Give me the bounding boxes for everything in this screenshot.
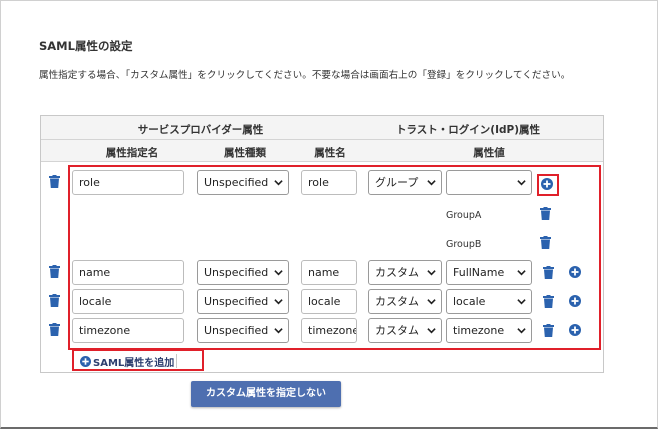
trash-icon[interactable]	[49, 323, 60, 336]
col-attr-value: 属性値	[473, 147, 505, 159]
section-description: 属性指定する場合、「カスタム属性」をクリックしてください。不要な場合は画面右上の…	[39, 70, 571, 81]
trash-icon[interactable]	[49, 175, 60, 188]
idp-attributes-header: トラスト・ログイン(IdP)属性	[395, 124, 540, 136]
col-attr-name: 属性名	[314, 147, 346, 159]
table-group-header: サービスプロバイダー属性 トラスト・ログイン(IdP)属性	[41, 116, 603, 140]
trash-icon[interactable]	[49, 294, 60, 307]
sp-attributes-header: サービスプロバイダー属性	[137, 124, 264, 136]
attribute-rows-highlight	[68, 165, 601, 350]
trash-icon[interactable]	[49, 265, 60, 278]
add-saml-attribute-button[interactable]: SAML属性を追加	[72, 349, 204, 371]
col-attr-name-spec: 属性指定名	[105, 147, 159, 159]
table-column-header: 属性指定名 属性種類 属性名 属性値	[41, 140, 603, 162]
col-attr-type: 属性種類	[224, 147, 266, 159]
add-saml-attribute-label: SAML属性を追加	[93, 357, 175, 369]
section-title: SAML属性の設定	[39, 39, 133, 53]
plus-circle-icon	[80, 355, 91, 367]
no-custom-attribute-button[interactable]: カスタム属性を指定しない	[191, 381, 341, 407]
